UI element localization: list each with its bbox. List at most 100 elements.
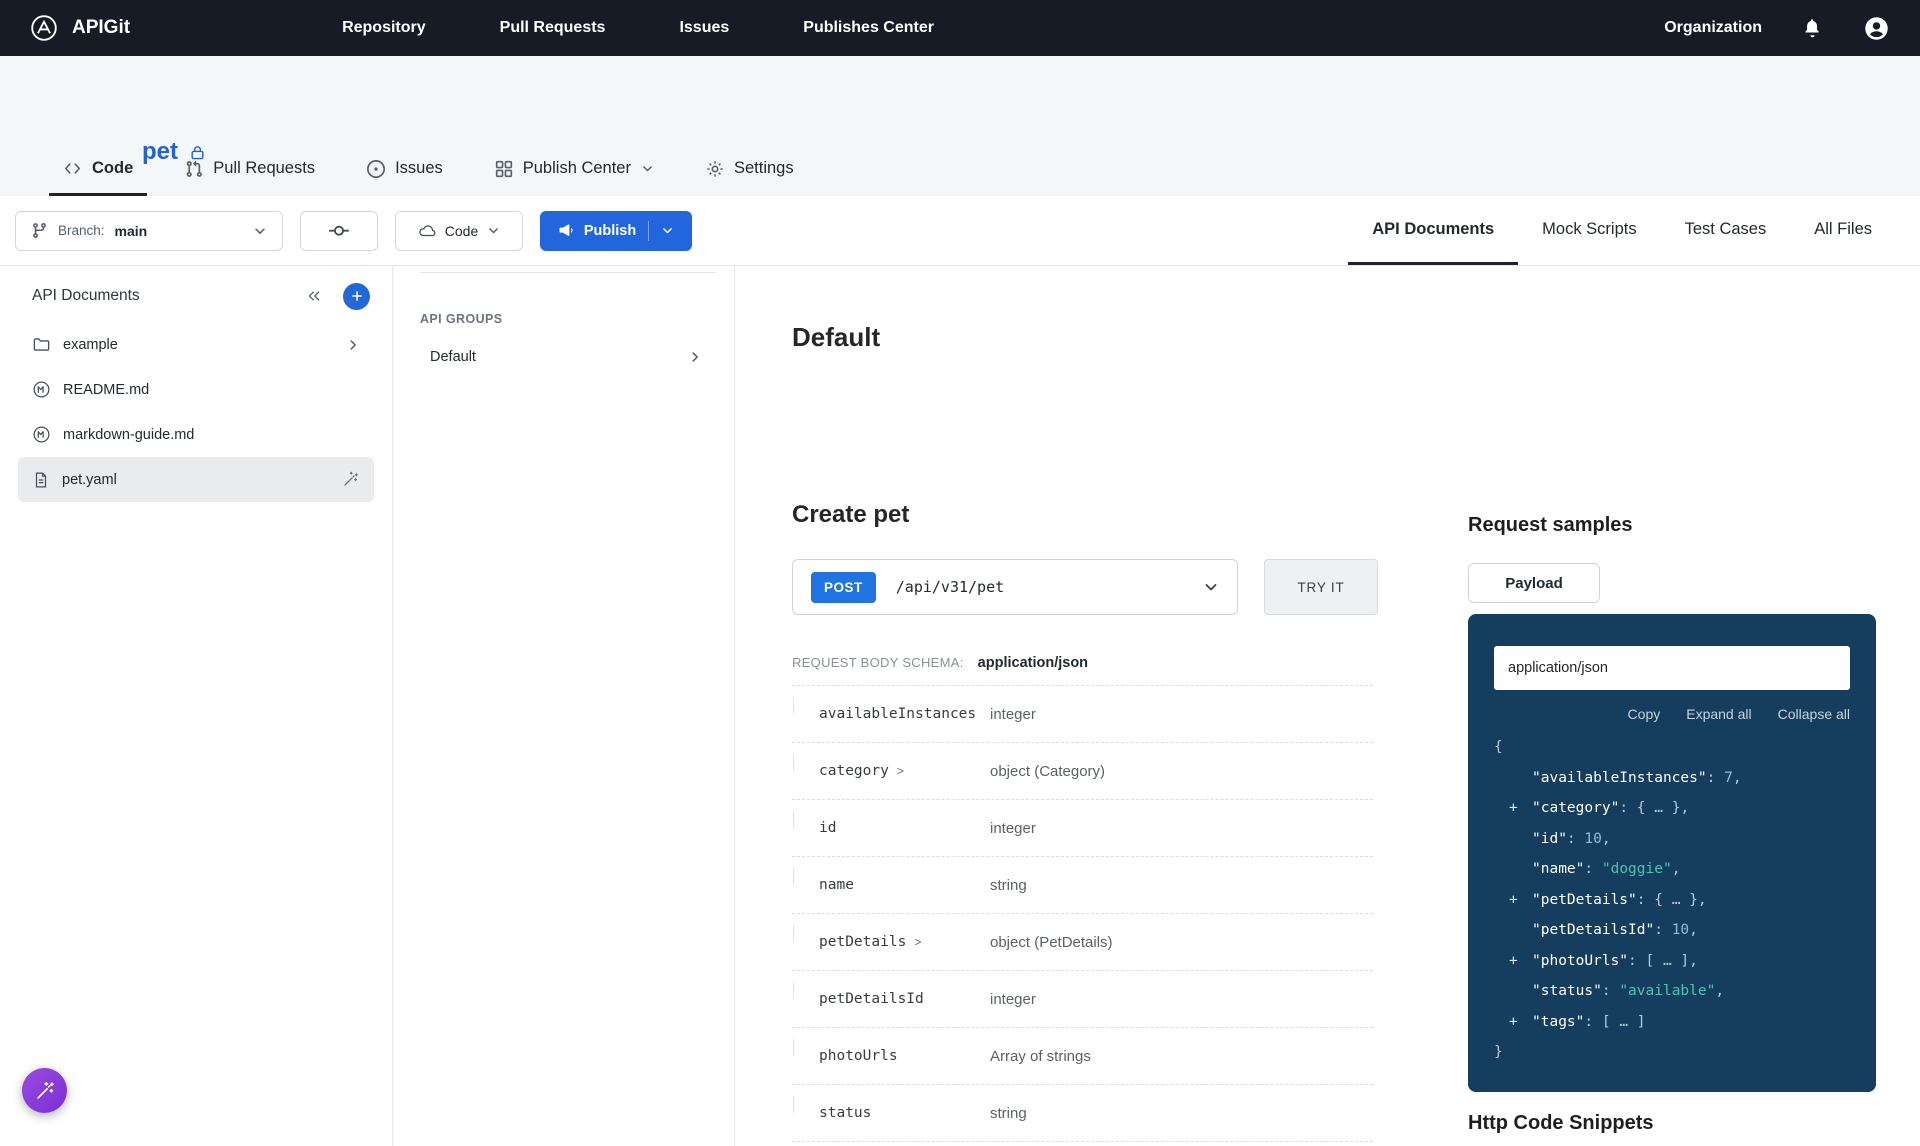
token: :: [1707, 763, 1724, 794]
branch-value: main: [115, 223, 148, 239]
schema-field-name[interactable]: category>: [792, 763, 990, 779]
markdown-icon: [32, 425, 51, 444]
nav-item-pull-requests[interactable]: Pull Requests: [500, 19, 606, 37]
repo-tab-publish-center[interactable]: Publish Center: [481, 159, 668, 196]
token: "status": [1532, 976, 1602, 1007]
body-area: API Documents example README.md markdown-g…: [0, 266, 1920, 1146]
expand-toggle[interactable]: +: [1494, 885, 1532, 916]
schema-field-name: availableInstances: [792, 706, 990, 722]
publish-button[interactable]: Publish: [540, 211, 692, 251]
nav-item-issues[interactable]: Issues: [679, 19, 729, 37]
file-list: example README.md markdown-guide.md pet.yam…: [0, 322, 392, 502]
sample-action-collapse-all[interactable]: Collapse all: [1778, 706, 1850, 722]
try-it-button[interactable]: TRY IT: [1264, 559, 1378, 615]
user-avatar-icon[interactable]: [1863, 15, 1890, 42]
token: :: [1584, 1007, 1601, 1038]
view-tab-all-files[interactable]: All Files: [1790, 196, 1896, 265]
token: { … }: [1637, 793, 1681, 824]
code-dropdown-button[interactable]: Code: [395, 211, 523, 251]
chevron-right-icon: >: [914, 935, 921, 949]
code-line: +"photoUrls": [ … ],: [1494, 946, 1850, 977]
token: "tags": [1532, 1007, 1584, 1038]
sidebar-title: API Documents: [32, 287, 140, 305]
tab-label: Code: [92, 159, 133, 178]
token: "petDetails": [1532, 885, 1637, 916]
file-label: example: [63, 337, 118, 353]
chevron-down-icon: [1203, 579, 1219, 595]
expand-toggle[interactable]: +: [1494, 793, 1532, 824]
endpoint-selector[interactable]: POST /api/v31/pet: [792, 559, 1238, 615]
repo-tab-pull-requests[interactable]: Pull Requests: [171, 159, 329, 196]
chevdown-icon: [641, 162, 654, 175]
api-group-default[interactable]: Default: [393, 334, 734, 380]
nav-item-repository[interactable]: Repository: [342, 19, 426, 37]
markdown-icon: [32, 380, 51, 399]
token: :: [1602, 976, 1619, 1007]
code-line: "availableInstances": 7,: [1494, 763, 1850, 794]
schema-field-row: petDetails>object (PetDetails): [792, 914, 1373, 971]
bell-icon[interactable]: [1802, 18, 1823, 39]
payload-tab[interactable]: Payload: [1468, 563, 1600, 603]
chevright-icon: [688, 350, 702, 364]
file-label: markdown-guide.md: [63, 427, 194, 443]
token: }: [1494, 1037, 1503, 1068]
token: ,: [1715, 976, 1724, 1007]
brand[interactable]: APIGit: [30, 14, 130, 42]
nav-item-organization[interactable]: Organization: [1664, 19, 1762, 37]
token: 10: [1672, 915, 1689, 946]
token: :: [1637, 885, 1654, 916]
repo-tab-settings[interactable]: Settings: [692, 159, 808, 196]
toolbar: Branch: main Code Publish API DocumentsM…: [0, 196, 1920, 266]
repo-tab-code[interactable]: Code: [49, 159, 147, 196]
navbar-right: Organization: [1664, 15, 1890, 42]
token: ,: [1733, 763, 1742, 794]
sidebar-item-pet-yaml[interactable]: pet.yaml: [18, 457, 374, 502]
sample-action-copy[interactable]: Copy: [1628, 706, 1661, 722]
magic-wand-fab[interactable]: [22, 1068, 67, 1113]
grid-icon: [495, 160, 513, 178]
add-file-button[interactable]: [343, 283, 370, 310]
sidebar-item-example[interactable]: example: [18, 322, 374, 367]
token: :: [1619, 793, 1636, 824]
branch-selector[interactable]: Branch: main: [15, 211, 283, 251]
token: :: [1628, 946, 1645, 977]
token: ,: [1698, 885, 1707, 916]
wand-icon[interactable]: [341, 470, 360, 489]
expand-toggle[interactable]: +: [1494, 946, 1532, 977]
sidebar-item-readme-md[interactable]: README.md: [18, 367, 374, 412]
divider: [648, 221, 649, 241]
token: "category": [1532, 793, 1619, 824]
sample-action-expand-all[interactable]: Expand all: [1686, 706, 1751, 722]
schema-field-name: photoUrls: [792, 1048, 990, 1064]
view-tab-test-cases[interactable]: Test Cases: [1661, 196, 1791, 265]
repo-tab-bar: Code Pull Requests Issues Publish Center Set…: [49, 159, 808, 196]
file-sidebar: API Documents example README.md markdown-g…: [0, 266, 393, 1146]
schema-field-name: name: [792, 877, 990, 893]
content-type-select[interactable]: application/json: [1494, 646, 1850, 690]
doc-main: Default Create pet POST /api/v31/pet TRY…: [735, 266, 1920, 1146]
expand-toggle[interactable]: +: [1494, 1007, 1532, 1038]
schema-content-type: application/json: [978, 655, 1088, 671]
commits-button[interactable]: [300, 211, 378, 251]
schema-field-name: status: [792, 1105, 990, 1121]
token: :: [1584, 854, 1601, 885]
git-branch-icon: [31, 222, 48, 239]
token: [ … ]: [1646, 946, 1690, 977]
schema-field-type: object (Category): [990, 763, 1105, 780]
view-tab-bar: API DocumentsMock ScriptsTest CasesAll F…: [1348, 196, 1896, 265]
nav-item-publishes-center[interactable]: Publishes Center: [803, 19, 934, 37]
folder-icon: [32, 335, 51, 354]
sidebar-item-markdown-guide-md[interactable]: markdown-guide.md: [18, 412, 374, 457]
view-tab-mock-scripts[interactable]: Mock Scripts: [1518, 196, 1660, 265]
code-icon: [63, 159, 82, 178]
tab-label: Pull Requests: [213, 159, 315, 178]
group-label: Default: [430, 349, 476, 365]
repo-tab-issues[interactable]: Issues: [353, 159, 457, 196]
token: [ … ]: [1602, 1007, 1646, 1038]
request-samples-title: Request samples: [1468, 514, 1888, 537]
view-tab-api-documents[interactable]: API Documents: [1348, 196, 1518, 265]
schema-field-name[interactable]: petDetails>: [792, 934, 990, 950]
schema-field-row: idinteger: [792, 800, 1373, 857]
token: { … }: [1654, 885, 1698, 916]
collapse-sidebar-icon[interactable]: [305, 287, 323, 305]
